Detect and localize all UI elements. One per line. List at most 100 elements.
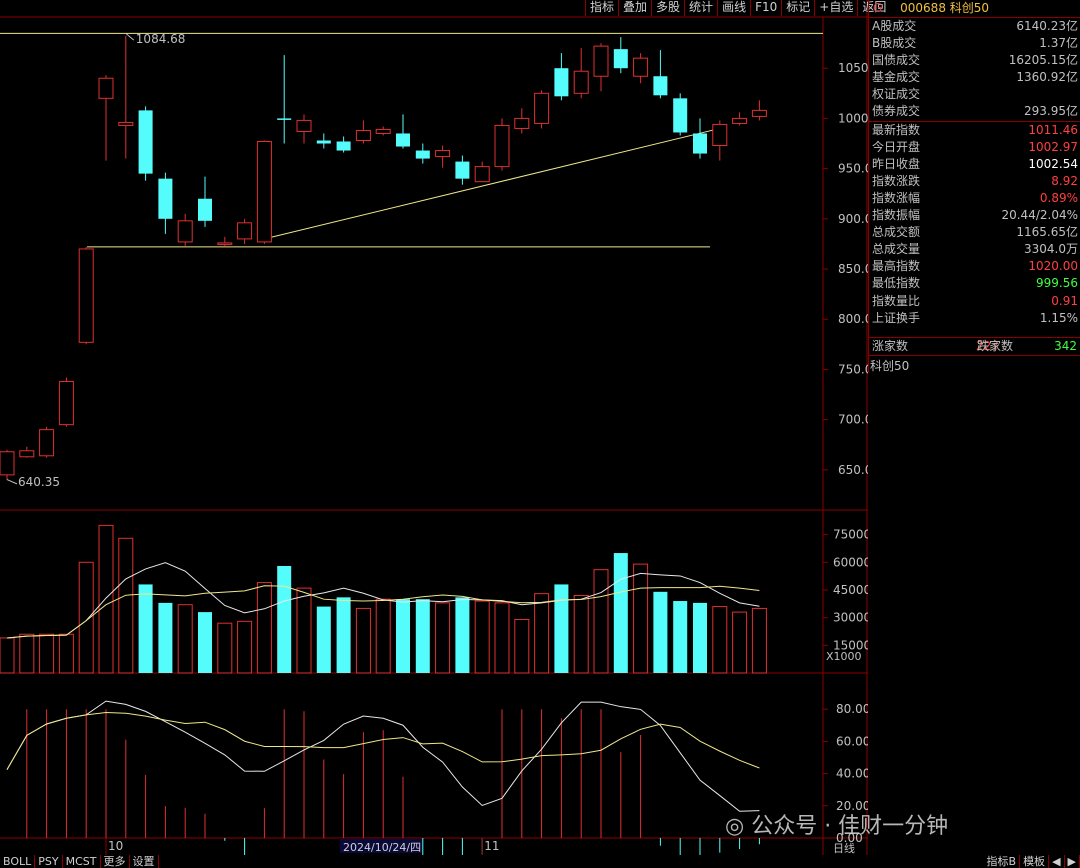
volume-bar [435, 602, 451, 674]
ind-tick-label: 80.00 [836, 702, 868, 716]
volume-bar [554, 584, 569, 673]
quote-value: 20.44/2.04% [1001, 208, 1078, 223]
volume-bar [653, 591, 668, 673]
candle-body [118, 121, 134, 126]
volume-bar [98, 524, 114, 674]
toolbar-draw-line-button[interactable]: 画线 [717, 0, 750, 16]
volume-bar [455, 597, 470, 673]
toolbar-mark-button[interactable]: 标记 [781, 0, 814, 16]
volume-unit-label: X1000 [826, 650, 862, 663]
candle-body [237, 222, 253, 240]
period-label: 日线 [833, 841, 855, 855]
price-tick-label: 800.0 [838, 312, 868, 326]
tab-boll[interactable]: BOLL [0, 855, 36, 868]
quote-label: 权证成交 [872, 87, 921, 102]
candle-body [158, 178, 173, 219]
tab-scroll-left[interactable]: ◀ [1049, 855, 1065, 868]
quote-label: 国债成交 [872, 53, 921, 68]
candle-body [19, 450, 35, 458]
quote-label: 指数振幅 [872, 208, 921, 223]
toolbar-indicator-button[interactable]: 指标 [585, 0, 618, 16]
tab-more[interactable]: 更多 [101, 855, 130, 868]
quote-value: 6140.23亿 [1016, 19, 1078, 33]
price-tick-label: 850.0 [838, 262, 868, 276]
quote-label: 昨日收盘 [872, 156, 921, 171]
quote-label: 总成交额 [872, 225, 921, 240]
candle-body [138, 110, 153, 174]
volume-bar [396, 599, 410, 673]
candle-body [336, 141, 351, 151]
tab-template[interactable]: 模板 [1020, 855, 1050, 868]
quote-value: 1020.00 [1028, 259, 1078, 274]
up-count-label: 涨家数 [872, 339, 909, 353]
quote-row: 指数振幅 20.44/2.04% [869, 207, 1080, 224]
quote-label: A股成交 [872, 19, 917, 33]
candle-body [256, 141, 272, 243]
volume-tick-label: 30000 [833, 611, 868, 625]
quote-label: 债券成交 [872, 104, 921, 119]
quote-label: 总成交量 [872, 242, 921, 257]
main-chart[interactable]: 1050 1000 950.0 900.0 850.0 800.0 750.0 700.0 65… [0, 0, 868, 855]
candle-body [415, 150, 430, 159]
bottombar-spacer [159, 855, 984, 868]
candle-body [58, 380, 74, 426]
quote-row: A股成交 6140.23亿 [869, 18, 1080, 35]
tab-scroll-right[interactable]: ▶ [1065, 855, 1080, 868]
candle-body [177, 220, 193, 243]
quote-row: 基金成交 1360.92亿 [869, 69, 1080, 86]
quote-value: 999.56 [1036, 276, 1078, 291]
toolbar-multi-stock-button[interactable]: 多股 [651, 0, 684, 16]
volume-bar [534, 593, 550, 674]
volume-bar [118, 537, 134, 674]
volume-tick-label: 75000 [833, 528, 868, 542]
price-tick-label: 650.0 [838, 463, 868, 477]
x-axis-label: 10 [108, 839, 123, 853]
price-tick-label: 1000 [838, 111, 868, 125]
tab-indicator-b[interactable]: 指标B [984, 855, 1021, 868]
candle-body [296, 119, 312, 132]
trend-line [264, 127, 720, 240]
candle-body [198, 198, 212, 221]
volume-bar [316, 606, 331, 673]
quote-label: 指数量比 [872, 293, 921, 308]
quote-row: 昨日收盘 1002.54 [869, 156, 1080, 173]
volume-bar [415, 599, 430, 673]
stock-name: 科创50 [949, 1, 990, 15]
quote-rows: A股成交 6140.23亿 B股成交 1.37亿 国债成交 16205.15亿 基金成交 13… [869, 18, 1080, 327]
quote-value: 293.95亿 [1024, 104, 1078, 119]
toolbar-f10-button[interactable]: F10 [750, 0, 781, 16]
volume-bar [138, 584, 153, 673]
candle-body [593, 45, 609, 77]
quote-row: 最高指数 1020.00 [869, 258, 1080, 275]
volume-bar [296, 587, 312, 674]
tab-psy[interactable]: PSY [35, 855, 63, 868]
date-cursor-label: 2024/10/24/四 [343, 841, 421, 854]
quote-row: B股成交 1.37亿 [869, 35, 1080, 52]
candle-body [39, 429, 55, 457]
candle-body [514, 117, 530, 129]
toolbar-statistics-button[interactable]: 统计 [684, 0, 717, 16]
quote-row: 总成交量 3304.0万 [869, 241, 1080, 258]
candle-body [98, 77, 114, 99]
quote-label: 指数涨幅 [872, 190, 921, 205]
toolbar-add-watchlist-button[interactable]: +自选 [814, 0, 857, 16]
tab-settings[interactable]: 设置 [130, 855, 159, 868]
volume-bar [198, 612, 212, 673]
intraday-title: 科创50 [870, 359, 910, 373]
tab-mcst[interactable]: MCST [63, 855, 101, 868]
watermark: ◎ 公众号 · 佳财一分钟 [725, 814, 949, 839]
quote-value: 1011.46 [1028, 122, 1078, 137]
chart-toolbar: 指标 叠加 多股 统计 画线 F10 标记 +自选 返回 [585, 0, 886, 16]
volume-bar [514, 618, 530, 674]
candle-body [673, 98, 688, 133]
x-axis-label: 11 [484, 839, 499, 853]
candle-body [455, 161, 470, 179]
quote-row: 今日开盘 1002.97 [869, 139, 1080, 156]
volume-bar [0, 637, 15, 674]
price-tick-label: 700.0 [838, 413, 868, 427]
toolbar-overlay-button[interactable]: 叠加 [618, 0, 651, 16]
high-marker [125, 32, 135, 41]
quote-panel-title: G 000688 科创50 [869, 0, 1080, 18]
quote-row: 债券成交 293.95亿 [869, 103, 1080, 120]
volume-bar [177, 604, 193, 674]
